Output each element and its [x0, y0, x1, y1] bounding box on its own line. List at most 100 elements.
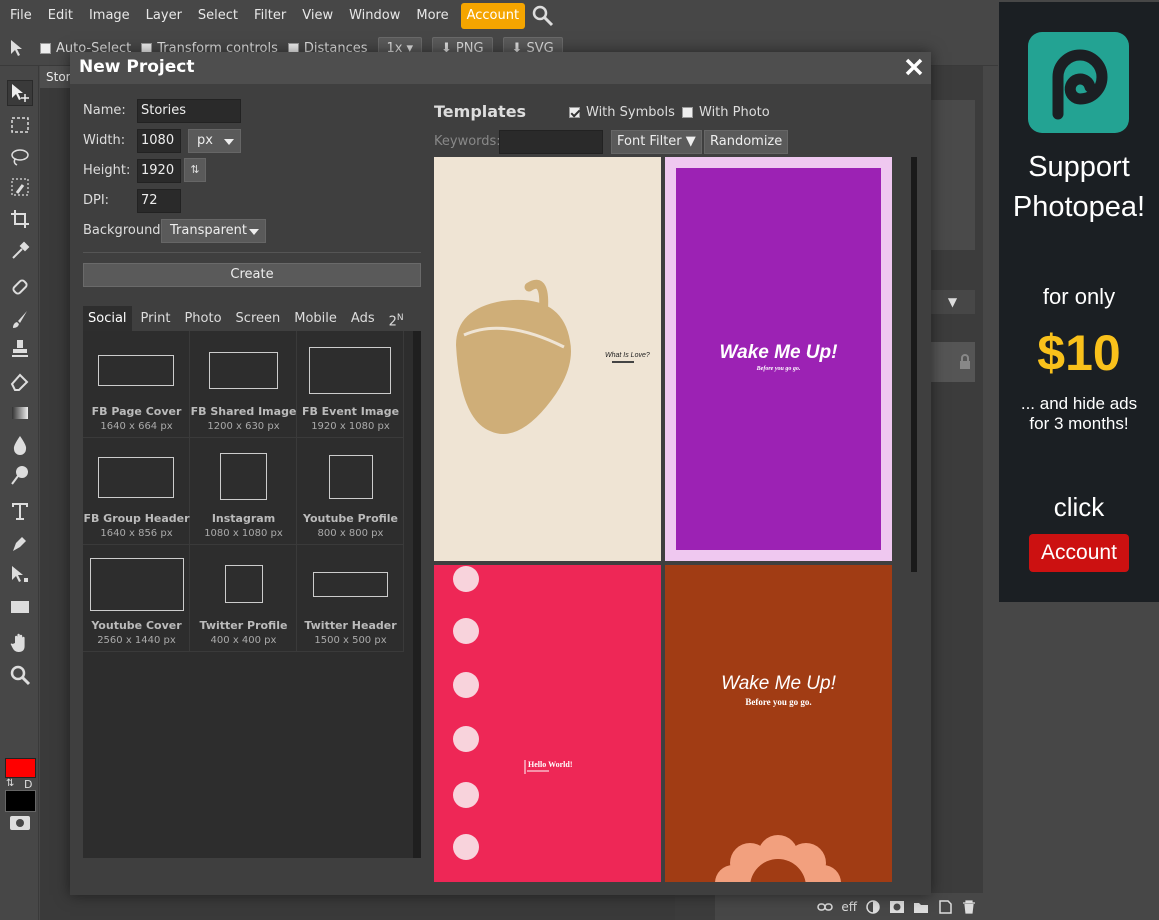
preset-thumbnail	[329, 455, 373, 499]
pen-tool-icon[interactable]	[7, 530, 33, 556]
preset-item[interactable]: FB Page Cover 1640 x 664 px	[83, 331, 190, 438]
preset-size: 400 x 400 px	[210, 635, 277, 646]
hand-tool-icon[interactable]	[7, 630, 33, 656]
keywords-input[interactable]	[499, 130, 603, 154]
name-input[interactable]: Stories	[137, 99, 241, 123]
quick-mask-icon[interactable]	[10, 816, 30, 830]
new-layer-icon[interactable]	[937, 899, 953, 914]
preset-item[interactable]: FB Event Image 1920 x 1080 px	[297, 331, 404, 438]
menu-more[interactable]: More	[408, 3, 456, 29]
menu-file[interactable]: File	[2, 3, 40, 29]
search-icon[interactable]	[531, 4, 555, 28]
tab-social[interactable]: Social	[83, 306, 132, 331]
divider	[83, 252, 421, 253]
magic-wand-tool-icon[interactable]	[7, 174, 33, 200]
preset-item[interactable]: Youtube Cover 2560 x 1440 px	[83, 545, 190, 652]
tab-ads[interactable]: Ads	[346, 306, 380, 331]
preset-thumbnail	[90, 558, 184, 611]
menu-layer[interactable]: Layer	[138, 3, 190, 29]
lasso-tool-icon[interactable]	[7, 144, 33, 170]
preset-item[interactable]: Twitter Header 1500 x 500 px	[297, 545, 404, 652]
menu-window[interactable]: Window	[341, 3, 408, 29]
with-photo-checkbox[interactable]: With Photo	[682, 105, 770, 120]
healing-brush-tool-icon[interactable]	[7, 274, 33, 300]
preset-size: 1080 x 1080 px	[204, 528, 283, 539]
zoom-tool-icon[interactable]	[7, 662, 33, 688]
templates-scrollbar[interactable]	[911, 157, 917, 572]
path-select-tool-icon[interactable]	[7, 562, 33, 588]
preset-scrollbar[interactable]	[413, 331, 421, 858]
delete-layer-icon[interactable]	[961, 899, 977, 914]
menu-account-button[interactable]: Account	[460, 3, 526, 29]
preset-item[interactable]: Twitter Profile 400 x 400 px	[190, 545, 297, 652]
tab-screen[interactable]: Screen	[231, 306, 286, 331]
swap-colors-icon[interactable]: ⇅	[6, 778, 14, 789]
panel-dropdown-icon[interactable]: ▼	[930, 290, 975, 314]
preset-thumbnail	[98, 457, 174, 498]
marquee-tool-icon[interactable]	[7, 112, 33, 138]
gradient-tool-icon[interactable]	[7, 400, 33, 426]
add-mask-icon[interactable]	[889, 900, 905, 914]
brush-tool-icon[interactable]	[7, 306, 33, 332]
menu-select[interactable]: Select	[190, 3, 246, 29]
preset-item[interactable]: Youtube Profile 800 x 800 px	[297, 438, 404, 545]
layer-effects-button[interactable]: eff	[841, 900, 857, 914]
tab-2n-sup: N	[396, 313, 404, 323]
width-input[interactable]: 1080	[137, 129, 181, 153]
preset-size: 1640 x 856 px	[100, 528, 173, 539]
ad-account-button[interactable]: Account	[1029, 534, 1129, 572]
type-tool-icon[interactable]	[7, 498, 33, 524]
font-filter-button[interactable]: Font Filter ▼	[611, 130, 702, 154]
create-button[interactable]: Create	[83, 263, 421, 287]
default-colors-icon[interactable]: D	[24, 778, 32, 791]
close-icon[interactable]	[903, 56, 925, 78]
template-card[interactable]: What Is Love?	[434, 157, 661, 561]
preset-thumbnail	[225, 565, 263, 603]
move-tool-icon[interactable]	[7, 80, 33, 106]
tab-photo[interactable]: Photo	[179, 306, 226, 331]
width-label: Width:	[83, 133, 126, 148]
with-symbols-checkbox[interactable]: With Symbols	[569, 105, 675, 120]
height-label: Height:	[83, 163, 131, 178]
clone-stamp-tool-icon[interactable]	[7, 336, 33, 362]
preset-item[interactable]: FB Group Header 1640 x 856 px	[83, 438, 190, 545]
preset-item[interactable]: Instagram 1080 x 1080 px	[190, 438, 297, 545]
foreground-color-swatch[interactable]	[5, 758, 36, 778]
template-card[interactable]: Hello World!	[434, 565, 661, 882]
dialog-title-bar[interactable]: New Project	[70, 52, 931, 84]
preset-size: 2560 x 1440 px	[97, 635, 176, 646]
background-color-swatch[interactable]	[5, 790, 36, 812]
link-layers-icon[interactable]	[817, 900, 834, 914]
ad-panel[interactable]: Support Photopea! for only $10 ... and h…	[999, 2, 1159, 602]
menu-edit[interactable]: Edit	[40, 3, 81, 29]
move-tool-icon	[8, 38, 30, 60]
background-dropdown[interactable]: Transparent	[161, 219, 266, 243]
new-group-folder-icon[interactable]	[913, 900, 929, 914]
preset-thumbnail	[98, 355, 174, 386]
unit-dropdown[interactable]: px	[188, 129, 241, 153]
preset-name: FB Event Image	[301, 405, 400, 418]
randomize-button[interactable]: Randomize	[704, 130, 789, 154]
dodge-tool-icon[interactable]	[7, 462, 33, 488]
tab-mobile[interactable]: Mobile	[289, 306, 342, 331]
template-card[interactable]: Wake Me Up! Before you go go.	[665, 565, 892, 882]
tab-2n[interactable]: 2N	[384, 306, 409, 331]
height-input[interactable]: 1920	[137, 159, 181, 183]
menu-view[interactable]: View	[294, 3, 341, 29]
dpi-input[interactable]: 72	[137, 189, 181, 213]
eyedropper-tool-icon[interactable]	[7, 238, 33, 264]
preset-item[interactable]: FB Shared Image 1200 x 630 px	[190, 331, 297, 438]
blur-tool-icon[interactable]	[7, 432, 33, 458]
template-title: Hello World!	[528, 760, 573, 769]
tab-2n-label: 2	[388, 314, 397, 330]
menu-image[interactable]: Image	[81, 3, 138, 29]
adjustment-layer-icon[interactable]	[865, 899, 881, 914]
template-card[interactable]: Wake Me Up! Before you go go.	[665, 157, 892, 561]
menu-filter[interactable]: Filter	[246, 3, 294, 29]
flower-illustration	[715, 835, 841, 882]
swap-dimensions-icon[interactable]: ⇅	[184, 158, 206, 182]
rectangle-tool-icon[interactable]	[7, 594, 33, 620]
eraser-tool-icon[interactable]	[7, 368, 33, 394]
crop-tool-icon[interactable]	[7, 206, 33, 232]
tab-print[interactable]: Print	[136, 306, 176, 331]
